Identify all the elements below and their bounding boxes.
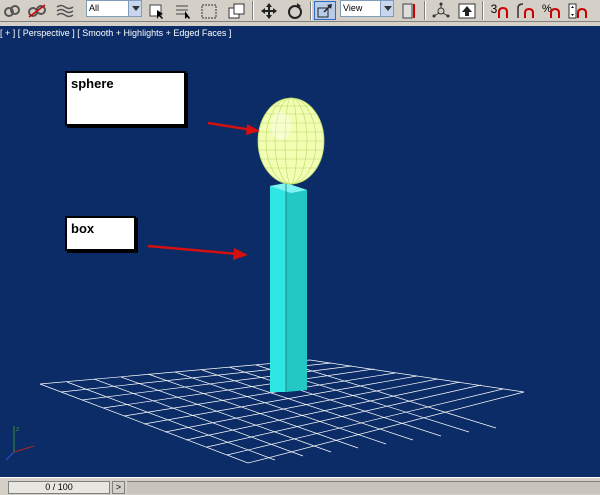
box-pointer-arrow [147, 244, 248, 260]
box-callout-label: box [71, 221, 95, 236]
svg-text:z: z [16, 426, 20, 433]
next-frame-button[interactable]: > [112, 481, 125, 494]
selection-filter-dropdown[interactable]: All [86, 0, 142, 17]
toolbar-separator [310, 1, 312, 20]
sphere-callout-label: sphere [71, 76, 114, 91]
chevron-down-icon[interactable] [380, 1, 393, 16]
spinner-snap-icon[interactable] [566, 1, 590, 20]
next-frame-label: > [115, 482, 122, 492]
keyboard-shortcut-override-icon[interactable] [456, 1, 478, 20]
selection-filter-value: All [89, 3, 100, 13]
select-by-name-icon[interactable] [172, 1, 194, 20]
scale-icon[interactable] [314, 1, 336, 20]
manipulate-icon[interactable] [430, 1, 452, 20]
rectangular-selection-icon[interactable] [198, 1, 220, 20]
perspective-viewport[interactable]: z sphere box [0, 26, 600, 477]
bind-to-spacewarp-icon[interactable] [54, 1, 76, 20]
box-object[interactable] [270, 183, 307, 392]
main-toolbar: All View 3 % [0, 0, 600, 22]
track-bar[interactable] [127, 481, 600, 494]
frame-counter: 0 / 100 [45, 482, 73, 492]
toolbar-separator [482, 1, 484, 20]
time-slider[interactable]: 0 / 100 [8, 481, 110, 494]
box-callout: box [65, 216, 136, 251]
axis-tripod-icon: z [5, 426, 35, 461]
pivot-center-icon[interactable] [398, 1, 420, 20]
toolbar-separator [424, 1, 426, 20]
reference-coordinate-value: View [343, 3, 363, 13]
percent-snap-icon[interactable]: % [540, 1, 564, 20]
reference-coordinate-dropdown[interactable]: View [340, 0, 394, 17]
viewport-label[interactable]: [ + ] [ Perspective ] [ Smooth + Highlig… [0, 28, 231, 38]
snaps-toggle-label: 3 [490, 1, 498, 16]
sphere-pointer-arrow [207, 121, 260, 135]
toolbar-separator [252, 1, 254, 20]
rotate-icon[interactable] [284, 1, 306, 20]
select-object-icon[interactable] [146, 1, 168, 20]
window-crossing-icon[interactable] [226, 1, 248, 20]
chevron-down-icon[interactable] [128, 1, 141, 16]
viewport-label-text: [ + ] [ Perspective ] [ Smooth + Highlig… [0, 28, 232, 38]
angle-snap-icon[interactable] [514, 1, 538, 20]
time-slider-bar: 0 / 100 > [0, 477, 600, 495]
select-and-link-icon[interactable] [2, 1, 22, 20]
sphere-callout: sphere [65, 71, 186, 126]
sphere-object[interactable] [257, 97, 325, 185]
snaps-toggle-icon[interactable]: 3 [488, 1, 512, 20]
unlink-selection-icon[interactable] [26, 1, 48, 20]
move-icon[interactable] [258, 1, 280, 20]
